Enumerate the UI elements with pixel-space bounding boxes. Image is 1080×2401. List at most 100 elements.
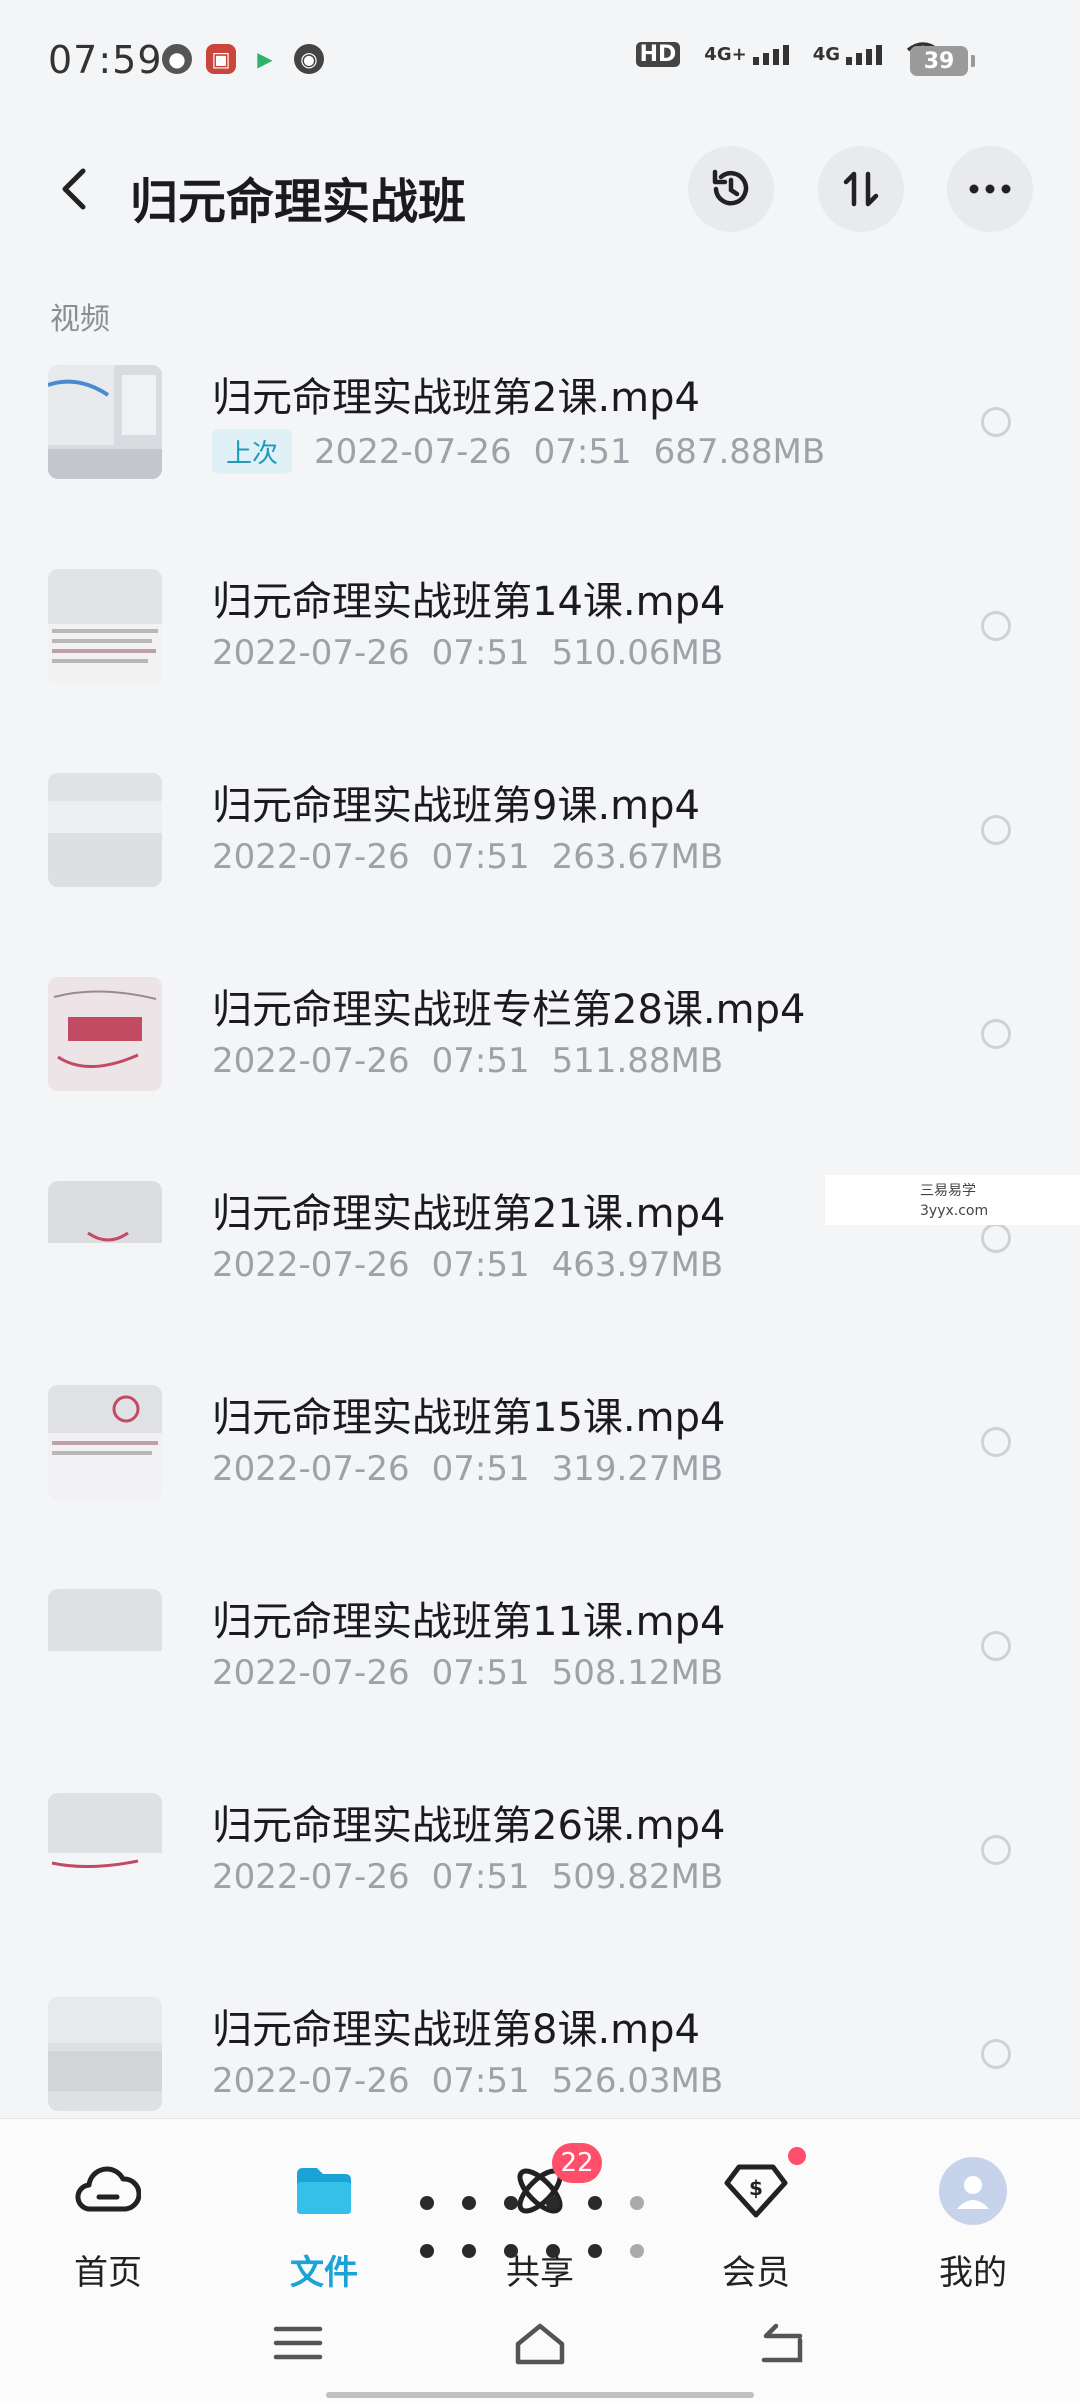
menu-icon [273, 2326, 323, 2360]
history-button[interactable] [688, 146, 774, 232]
file-size: 319.27MB [551, 1449, 724, 1489]
tab-label: 我的 [939, 2253, 1007, 2293]
file-name: 归元命理实战班第14课.mp4 [212, 579, 726, 625]
list-item[interactable]: 归元命理实战班第9课.mp4 2022-07-26 07:51 263.67MB [0, 763, 1080, 967]
select-checkbox[interactable] [981, 407, 1011, 437]
file-name: 归元命理实战班专栏第28课.mp4 [212, 987, 806, 1033]
video-thumbnail [48, 1997, 162, 2111]
file-time: 07:51 [431, 1857, 530, 1897]
file-time: 07:51 [431, 633, 530, 673]
recents-button[interactable] [268, 2318, 328, 2368]
tab-files[interactable]: 文件 [244, 2155, 404, 2294]
file-meta: 上次 2022-07-26 07:51 687.88MB [212, 429, 825, 474]
file-time: 07:51 [431, 2061, 530, 2101]
file-size: 526.03MB [551, 2061, 724, 2101]
file-meta: 2022-07-26 07:51 508.12MB [212, 1653, 723, 1693]
file-meta: 2022-07-26 07:51 526.03MB [212, 2061, 723, 2101]
wechat-icon: ● [162, 44, 192, 74]
file-name: 归元命理实战班第15课.mp4 [212, 1395, 726, 1441]
file-name: 归元命理实战班第9课.mp4 [212, 783, 700, 829]
file-date: 2022-07-26 [212, 1245, 410, 1285]
file-size: 263.67MB [551, 837, 724, 877]
file-size: 687.88MB [653, 431, 826, 472]
folder-icon [288, 2155, 360, 2227]
select-checkbox[interactable] [981, 611, 1011, 641]
file-size: 511.88MB [551, 1041, 724, 1081]
compass-icon: ◉ [294, 44, 324, 74]
file-time: 07:51 [431, 1041, 530, 1081]
select-checkbox[interactable] [981, 1223, 1011, 1253]
tab-label: 首页 [74, 2253, 142, 2293]
file-size: 509.82MB [551, 1857, 724, 1897]
video-thumbnail [48, 977, 162, 1091]
back-button[interactable] [48, 162, 102, 216]
history-icon [712, 169, 749, 206]
file-time: 07:51 [533, 431, 632, 472]
more-icon [969, 184, 1011, 194]
status-indicators: HD 4G+ 4G [635, 40, 940, 68]
file-name: 归元命理实战班第11课.mp4 [212, 1599, 726, 1645]
file-time: 07:51 [431, 1653, 530, 1693]
status-app-icons: ● ▣ ▶ ◉ [162, 44, 324, 74]
file-meta: 2022-07-26 07:51 509.82MB [212, 1857, 723, 1897]
file-meta: 2022-07-26 07:51 319.27MB [212, 1449, 723, 1489]
top-bar: 归元命理实战班 [0, 140, 1080, 240]
select-checkbox[interactable] [981, 815, 1011, 845]
back-arrow-icon [761, 2323, 803, 2363]
tab-mine[interactable]: 我的 [893, 2155, 1053, 2294]
dots-overlay [420, 2196, 660, 2268]
sort-icon [843, 171, 879, 207]
file-date: 2022-07-26 [212, 1857, 410, 1897]
list-item[interactable]: 归元命理实战班第2课.mp4 上次 2022-07-26 07:51 687.8… [0, 355, 1080, 559]
notification-dot [788, 2147, 806, 2165]
file-meta: 2022-07-26 07:51 263.67MB [212, 837, 723, 877]
file-meta: 2022-07-26 07:51 511.88MB [212, 1041, 723, 1081]
home-button[interactable] [510, 2318, 570, 2368]
file-meta: 2022-07-26 07:51 510.06MB [212, 633, 723, 673]
tab-member[interactable]: $ 会员 [676, 2147, 836, 2294]
select-checkbox[interactable] [981, 2039, 1011, 2069]
file-name: 归元命理实战班第21课.mp4 [212, 1191, 726, 1237]
file-meta: 2022-07-26 07:51 463.97MB [212, 1245, 723, 1285]
file-time: 07:51 [431, 837, 530, 877]
back-nav-button[interactable] [752, 2318, 812, 2368]
select-checkbox[interactable] [981, 1835, 1011, 1865]
video-thumbnail [48, 1589, 162, 1703]
select-checkbox[interactable] [981, 1019, 1011, 1049]
notification-badge: 22 [552, 2143, 602, 2183]
video-thumbnail [48, 569, 162, 683]
file-date: 2022-07-26 [212, 1653, 410, 1693]
file-date: 2022-07-26 [314, 431, 512, 472]
video-thumbnail [48, 1385, 162, 1499]
play-icon: ▶ [257, 47, 273, 71]
cloud-icon [72, 2155, 144, 2227]
file-list: 归元命理实战班第2课.mp4 上次 2022-07-26 07:51 687.8… [0, 355, 1080, 2191]
signal-icon: 4G+ [704, 44, 789, 65]
home-indicator [326, 2392, 754, 2398]
file-time: 07:51 [431, 1245, 530, 1285]
tab-home[interactable]: 首页 [28, 2155, 188, 2294]
page-title: 归元命理实战班 [130, 174, 467, 230]
list-item[interactable]: 归元命理实战班第14课.mp4 2022-07-26 07:51 510.06M… [0, 559, 1080, 763]
select-checkbox[interactable] [981, 1631, 1011, 1661]
file-size: 510.06MB [551, 633, 724, 673]
signal-icon: 4G [813, 44, 882, 65]
svg-text:$: $ [749, 2176, 763, 2200]
file-size: 508.12MB [551, 1653, 724, 1693]
sort-button[interactable] [818, 146, 904, 232]
tab-label: 文件 [290, 2253, 358, 2293]
file-size: 463.97MB [551, 1245, 724, 1285]
video-thumbnail [48, 1793, 162, 1907]
file-date: 2022-07-26 [212, 2061, 410, 2101]
status-bar: 07:59 ● ▣ ▶ ◉ HD 4G+ 4G 39 [0, 0, 1080, 120]
battery-icon: 39 [910, 46, 975, 76]
file-time: 07:51 [431, 1449, 530, 1489]
list-item[interactable]: 归元命理实战班第15课.mp4 2022-07-26 07:51 319.27M… [0, 1375, 1080, 1579]
list-item[interactable]: 归元命理实战班第11课.mp4 2022-07-26 07:51 508.12M… [0, 1579, 1080, 1783]
list-item[interactable]: 归元命理实战班专栏第28课.mp4 2022-07-26 07:51 511.8… [0, 967, 1080, 1171]
watermark: 三易易学 3yyx.com [825, 1175, 1080, 1225]
more-button[interactable] [947, 146, 1033, 232]
list-item[interactable]: 归元命理实战班第26课.mp4 2022-07-26 07:51 509.82M… [0, 1783, 1080, 1987]
tab-label: 会员 [722, 2253, 790, 2293]
select-checkbox[interactable] [981, 1427, 1011, 1457]
